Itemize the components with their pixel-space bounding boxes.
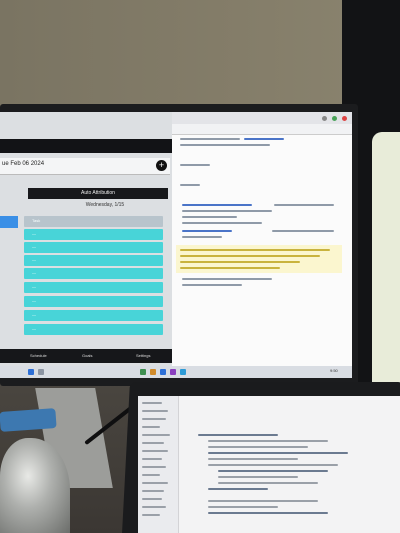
list-item[interactable]: — — [24, 310, 163, 321]
list-item-label: — — [32, 244, 36, 249]
list-item-label: — — [32, 231, 36, 236]
windows-taskbar: 9:50 — [0, 366, 352, 378]
wall-background — [0, 0, 400, 120]
list-item-label: — — [32, 284, 36, 289]
browser-tab-bar — [172, 112, 352, 124]
list-item[interactable]: — — [24, 229, 163, 240]
devtools-toolbar — [172, 124, 352, 135]
footer-tab-schedule[interactable]: Schedule — [30, 353, 47, 358]
devtools-panel — [172, 112, 352, 366]
laptop-screen — [138, 396, 400, 533]
app-icon[interactable] — [180, 369, 186, 375]
list-item[interactable]: — — [24, 242, 163, 253]
list-item-label: — — [32, 298, 36, 303]
side-tab[interactable] — [0, 216, 18, 228]
blue-object — [0, 408, 57, 432]
list-item[interactable]: — — [24, 255, 163, 266]
add-button[interactable]: + — [156, 160, 167, 171]
date-label: ue Feb 06 2024 — [2, 161, 45, 167]
taskbar-clock: 9:50 — [330, 368, 338, 373]
app-icon[interactable] — [170, 369, 176, 375]
list-item-label: — — [32, 257, 36, 262]
list-item-label: — — [32, 326, 36, 331]
list-item[interactable]: — — [24, 324, 163, 335]
console-warning-block — [176, 245, 342, 273]
auto-attribution-button[interactable]: Auto Attribution — [28, 188, 168, 199]
app-header — [0, 139, 172, 153]
app-footer-nav: Schedule Goals Settings — [0, 349, 176, 363]
browser-icon[interactable] — [140, 369, 146, 375]
footer-tab-settings[interactable]: Settings — [136, 353, 150, 358]
windows-start-icon[interactable] — [28, 369, 34, 375]
app-icon[interactable] — [150, 369, 156, 375]
list-header: Task — [24, 216, 163, 227]
section-subtitle: Wednesday, 1/15 — [85, 202, 125, 208]
list-item[interactable]: — — [24, 296, 163, 307]
search-icon[interactable] — [38, 369, 44, 375]
list-item-label: — — [32, 312, 36, 317]
footer-tab-goals[interactable]: Goals — [82, 353, 92, 358]
chrome-minimize-icon[interactable] — [322, 116, 327, 121]
list-item[interactable]: — — [24, 282, 163, 293]
list-item-label: — — [32, 270, 36, 275]
right-monitor-screen — [372, 132, 400, 392]
main-monitor-screen: ue Feb 06 2024 + Auto Attribution Wednes… — [0, 112, 352, 378]
browser-icon[interactable] — [332, 116, 337, 121]
list-item[interactable]: — — [24, 268, 163, 279]
app-icon[interactable] — [160, 369, 166, 375]
app-panel: ue Feb 06 2024 + Auto Attribution Wednes… — [0, 112, 176, 366]
chrome-close-icon[interactable] — [342, 116, 347, 121]
list-header-label: Task — [32, 218, 41, 223]
laptop-file-sidebar — [138, 396, 179, 533]
